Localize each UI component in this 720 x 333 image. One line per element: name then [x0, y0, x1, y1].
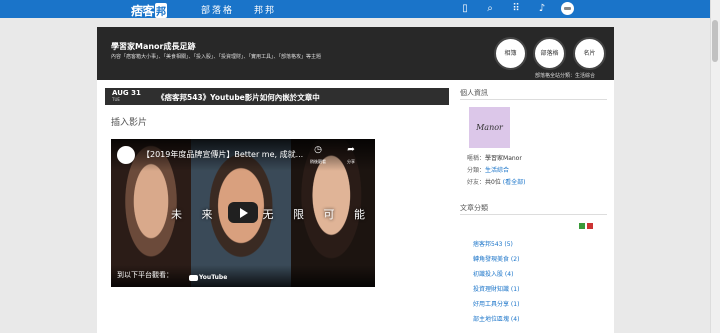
profile-nickname-row: 暱稱：學習家Manor: [467, 153, 522, 162]
nickname-value: 學習家Manor: [485, 155, 522, 162]
share-icon[interactable]: ➦: [343, 145, 359, 155]
blog-title[interactable]: 學習家Manor成長足跡: [111, 41, 196, 52]
watch-on-text: 到以下平台觀看：: [117, 271, 173, 279]
rss-red-icon[interactable]: [587, 223, 593, 229]
watch-later-label: 稍後觀看: [310, 159, 326, 164]
blog-button[interactable]: 部落格: [533, 37, 566, 70]
search-icon[interactable]: ⌕: [484, 3, 496, 15]
category-item[interactable]: 初識投入股 (4): [473, 269, 513, 278]
nav-blog-link[interactable]: 部落格: [201, 3, 234, 16]
scrollbar[interactable]: [710, 0, 720, 333]
nav-bangbang-link[interactable]: 邦邦: [254, 3, 276, 16]
channel-avatar[interactable]: [117, 146, 135, 164]
rss-green-icon[interactable]: [579, 223, 585, 229]
category-item[interactable]: 部主地位區塊 (4): [473, 314, 519, 323]
card-button[interactable]: 名片: [573, 37, 606, 70]
category-item[interactable]: 投資理財知識 (1): [473, 284, 519, 293]
page-container: 學習家Manor成長足跡 內容「痞客箱大小事」、「美食相關」、「投入股」、「投資…: [97, 27, 614, 333]
friends-count: 共0位: [485, 179, 501, 186]
document-icon[interactable]: ▯: [459, 3, 471, 15]
divider: [460, 99, 607, 100]
album-button[interactable]: 相簿: [494, 37, 527, 70]
logo-text: 痞客: [131, 4, 155, 18]
youtube-logo[interactable]: YouTube: [189, 274, 227, 281]
logo-box-text: 邦: [155, 3, 167, 18]
profile-category-row: 分類：生活綜合: [467, 165, 509, 174]
nickname-label: 暱稱：: [467, 155, 486, 162]
section-heading: 插入影片: [111, 118, 148, 128]
youtube-video-embed[interactable]: 【2019年度品牌宣傳片】Better me, 成就... ◷ 稍後觀看 ➦ 分…: [111, 139, 375, 287]
site-logo[interactable]: 痞客邦: [131, 2, 167, 19]
post-title[interactable]: 《痞客邦543》Youtube影片如何內嵌於文章中: [157, 92, 320, 103]
categories-heading: 文章分類: [460, 204, 488, 212]
video-subtitle: 未 来 我 无 限 可 能: [171, 208, 373, 221]
play-button-icon[interactable]: [228, 202, 258, 223]
blog-description: 內容「痞客箱大小事」、「美食相關」、「投入股」、「投資理財」、「實用工具」、「部…: [111, 54, 322, 60]
category-label: 分類：: [467, 167, 486, 174]
video-title[interactable]: 【2019年度品牌宣傳片】Better me, 成就...: [142, 149, 312, 160]
site-category-line: 部落格全站分類：生活綜合: [535, 73, 596, 79]
profile-friends-row: 好友：共0位 (看全部): [467, 177, 525, 186]
category-link[interactable]: 生活綜合: [485, 167, 509, 174]
category-item[interactable]: 痞客邦543 (5): [473, 239, 513, 248]
friends-label: 好友：: [467, 179, 486, 186]
clock-icon[interactable]: ◷: [310, 145, 326, 155]
scrollbar-thumb[interactable]: [712, 20, 718, 62]
user-avatar[interactable]: [561, 2, 574, 15]
youtube-icon: [189, 274, 198, 281]
post-weekday: TUE: [112, 97, 120, 102]
blog-header: 學習家Manor成長足跡 內容「痞客箱大小事」、「美食相關」、「投入股」、「投資…: [97, 27, 614, 80]
friends-view-all-link[interactable]: (看全部): [503, 179, 526, 186]
category-item[interactable]: 轉角發現美食 (2): [473, 254, 519, 263]
youtube-label: YouTube: [199, 274, 228, 281]
category-item[interactable]: 好用工具分享 (1): [473, 299, 519, 308]
apps-grid-icon[interactable]: ⠿: [510, 3, 522, 15]
post-date: AUG 31: [112, 89, 141, 97]
divider: [460, 214, 607, 215]
profile-heading: 個人資訊: [460, 89, 488, 97]
post-title-bar: AUG 31 TUE 《痞客邦543》Youtube影片如何內嵌於文章中: [105, 88, 449, 105]
share-label: 分享: [347, 159, 355, 164]
top-navigation-bar: 痞客邦 部落格 邦邦 ▯ ⌕ ⠿ ♪: [0, 0, 720, 18]
bell-icon[interactable]: ♪: [536, 3, 548, 15]
profile-image[interactable]: Manor: [469, 107, 510, 148]
